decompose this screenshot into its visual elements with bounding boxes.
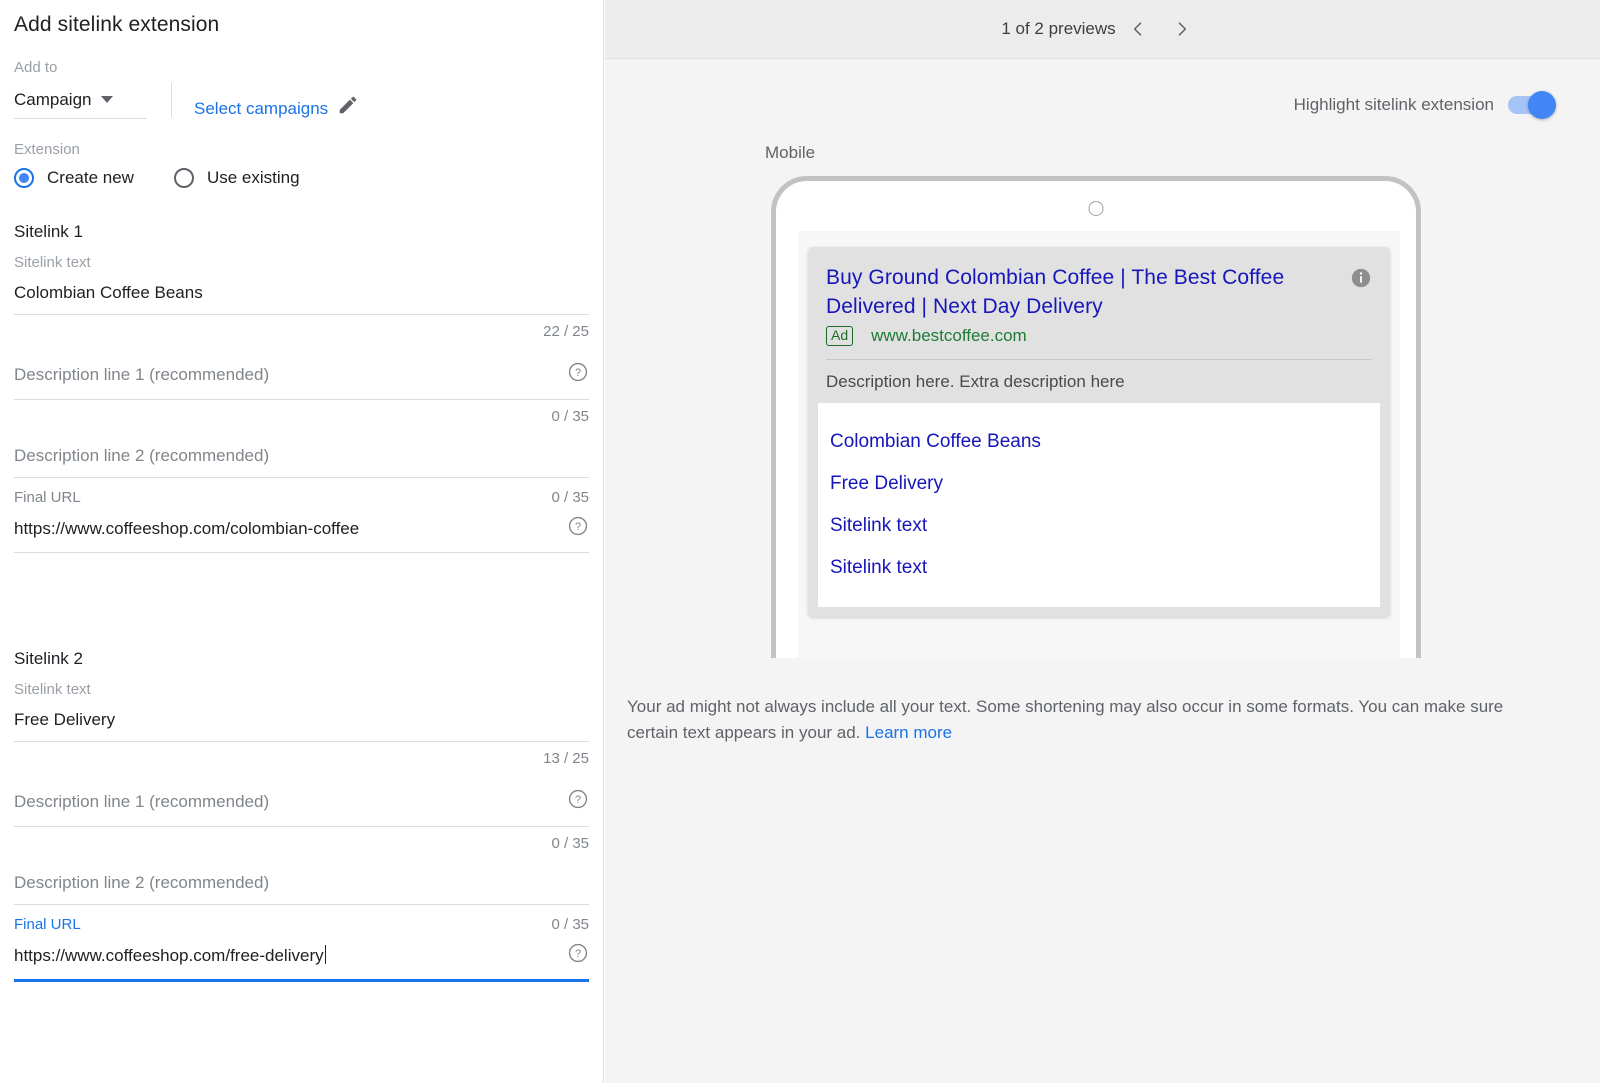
field-underline — [14, 741, 589, 742]
preview-counter: 1 of 2 previews — [1001, 19, 1115, 39]
svg-text:?: ? — [575, 521, 581, 533]
list-item[interactable]: Sitelink text — [830, 547, 1368, 589]
sitelink-2-text-input[interactable]: Free Delivery — [14, 710, 589, 730]
help-icon[interactable]: ? — [567, 942, 589, 969]
sitelink-1-desc2-row[interactable]: Description line 2 (recommended) — [14, 446, 589, 466]
disclaimer-text: Your ad might not always include all you… — [627, 697, 1503, 742]
sitelink-2-url-label: Final URL — [14, 916, 81, 933]
ad-description: Description here. Extra description here — [826, 372, 1372, 392]
ad-preview-panel: 1 of 2 previews Highlight sitelink exten… — [605, 0, 1600, 1083]
preview-toolbar: 1 of 2 previews — [605, 0, 1600, 59]
list-item[interactable]: Colombian Coffee Beans — [830, 421, 1368, 463]
ad-display-url: www.bestcoffee.com — [871, 326, 1027, 346]
radio-use-existing[interactable] — [174, 168, 194, 188]
sitelink-2-text-counter: 13 / 25 — [14, 750, 589, 767]
field-underline-focused — [14, 979, 589, 982]
sitelink-2-desc1-label: Description line 1 (recommended) — [14, 792, 269, 812]
help-icon[interactable]: ? — [567, 515, 589, 542]
extension-radio-group: Create new Use existing — [14, 168, 589, 188]
sitelink-2-desc1-row[interactable]: Description line 1 (recommended) ? — [14, 788, 589, 815]
next-preview-button[interactable] — [1160, 7, 1204, 51]
sitelink-1-text-counter: 22 / 25 — [14, 323, 589, 340]
phone-screen: Buy Ground Colombian Coffee | The Best C… — [798, 231, 1400, 658]
divider — [826, 359, 1372, 360]
sitelink-1-url-field[interactable]: Final URL 0 / 35 https://www.coffeeshop.… — [14, 489, 589, 553]
help-icon[interactable]: ? — [567, 788, 589, 815]
field-underline — [14, 826, 589, 827]
sitelink-1-desc1-label: Description line 1 (recommended) — [14, 365, 269, 385]
radio-create-new-label: Create new — [47, 168, 134, 188]
sitelink-1-desc2-counter: 0 / 35 — [551, 489, 589, 506]
highlight-toggle-row: Highlight sitelink extension — [605, 59, 1600, 115]
sitelink-1-desc1-row[interactable]: Description line 1 (recommended) ? — [14, 361, 589, 388]
radio-create-new[interactable] — [14, 168, 34, 188]
select-campaigns-link[interactable]: Select campaigns — [194, 99, 328, 119]
radio-use-existing-label: Use existing — [207, 168, 300, 188]
field-underline — [14, 314, 589, 315]
sitelink-1-heading: Sitelink 1 — [14, 222, 589, 242]
field-underline — [14, 477, 589, 478]
phone-preview: Buy Ground Colombian Coffee | The Best C… — [771, 176, 1421, 658]
phone-frame: Buy Ground Colombian Coffee | The Best C… — [771, 176, 1421, 658]
sitelink-2-desc2-label: Description line 2 (recommended) — [14, 873, 269, 893]
field-underline — [14, 904, 589, 905]
list-item[interactable]: Free Delivery — [830, 463, 1368, 505]
sitelink-1-url-input[interactable]: https://www.coffeeshop.com/colombian-cof… — [14, 519, 359, 539]
sitelink-form-panel: Add sitelink extension Add to Campaign S… — [0, 0, 604, 1083]
device-label: Mobile — [765, 143, 1600, 163]
sitelink-2-url-input[interactable]: https://www.coffeeshop.com/free-delivery — [14, 946, 324, 965]
list-item[interactable]: Sitelink text — [830, 505, 1368, 547]
text-cursor — [325, 945, 326, 964]
help-icon[interactable]: ? — [567, 361, 589, 388]
sitelink-2-desc2-counter: 0 / 35 — [551, 916, 589, 933]
previous-preview-button[interactable] — [1116, 7, 1160, 51]
highlight-toggle-label: Highlight sitelink extension — [1294, 95, 1494, 115]
svg-text:?: ? — [575, 794, 581, 806]
sitelink-1-url-label: Final URL — [14, 489, 81, 506]
sitelink-1-text-label: Sitelink text — [14, 254, 589, 271]
field-underline — [14, 399, 589, 400]
preview-disclaimer: Your ad might not always include all you… — [627, 694, 1527, 746]
scope-select-value: Campaign — [14, 90, 92, 110]
pencil-icon[interactable] — [337, 94, 359, 116]
divider — [171, 83, 172, 117]
learn-more-link[interactable]: Learn more — [865, 723, 952, 742]
sitelink-highlight-box: Colombian Coffee Beans Free Delivery Sit… — [818, 403, 1380, 607]
sitelink-2-url-field[interactable]: Final URL 0 / 35 https://www.coffeeshop.… — [14, 916, 589, 982]
phone-camera-icon — [1089, 201, 1104, 216]
sitelink-2-desc1-counter: 0 / 35 — [14, 835, 589, 852]
toggle-knob — [1528, 91, 1556, 119]
sitelink-1-desc1-counter: 0 / 35 — [14, 408, 589, 425]
ad-preview-card: Buy Ground Colombian Coffee | The Best C… — [808, 247, 1390, 617]
extension-caption: Extension — [14, 141, 589, 158]
highlight-sitelink-toggle[interactable] — [1508, 96, 1552, 114]
svg-text:?: ? — [575, 948, 581, 960]
sitelink-2-heading: Sitelink 2 — [14, 649, 589, 669]
sitelink-2-text-label: Sitelink text — [14, 681, 589, 698]
add-to-caption: Add to — [14, 59, 589, 76]
info-icon[interactable] — [1350, 267, 1372, 294]
sitelink-2-url-input-wrap[interactable]: https://www.coffeeshop.com/free-delivery — [14, 945, 326, 966]
sitelink-extension-dialog: Add sitelink extension Add to Campaign S… — [0, 0, 1600, 1083]
ad-headline[interactable]: Buy Ground Colombian Coffee | The Best C… — [826, 263, 1344, 321]
sitelink-1-text-input[interactable]: Colombian Coffee Beans — [14, 283, 589, 303]
sitelink-2-desc2-row[interactable]: Description line 2 (recommended) — [14, 873, 589, 893]
svg-text:?: ? — [575, 367, 581, 379]
scope-select[interactable]: Campaign — [14, 90, 147, 119]
ad-badge: Ad — [826, 326, 853, 346]
sitelink-1-desc2-label: Description line 2 (recommended) — [14, 446, 269, 466]
chevron-down-icon — [101, 96, 113, 103]
page-title: Add sitelink extension — [14, 0, 589, 37]
add-to-row: Campaign Select campaigns — [14, 83, 589, 119]
